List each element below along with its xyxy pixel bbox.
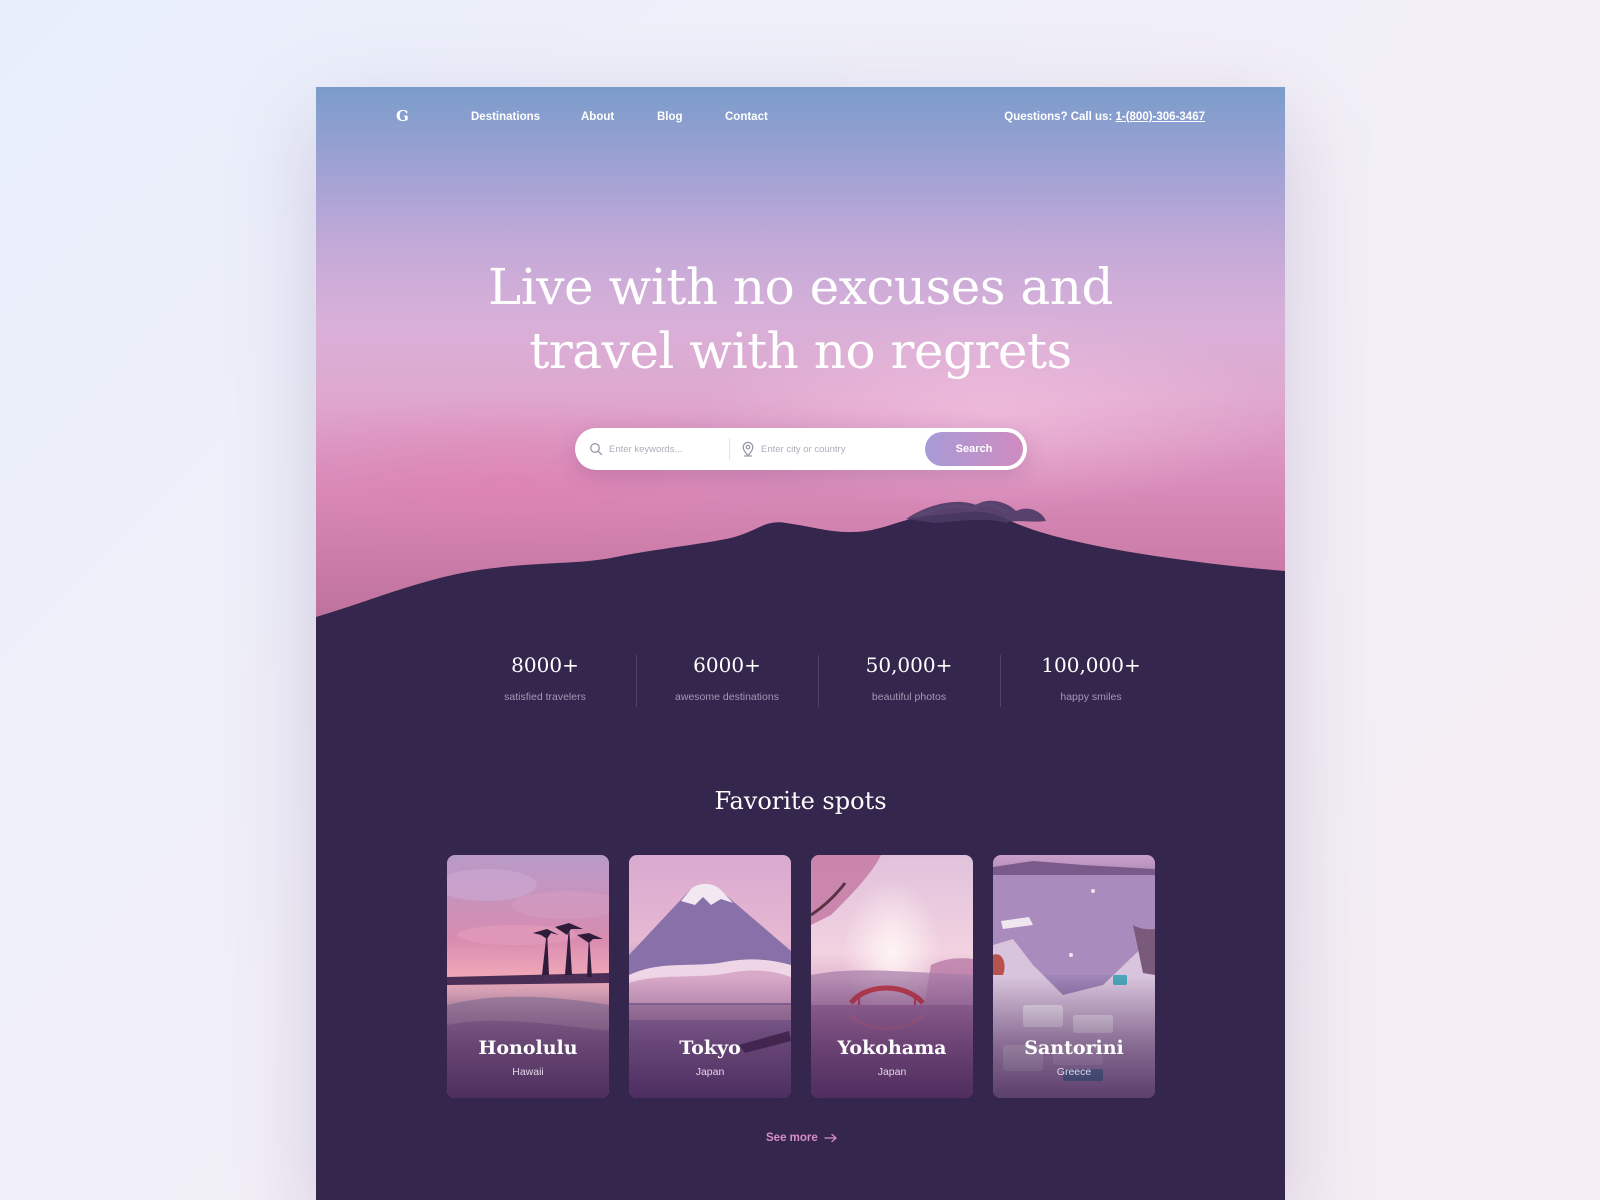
search-bar: Search <box>575 428 1027 470</box>
spot-card-santorini[interactable]: Santorini Greece <box>993 855 1155 1098</box>
spot-card-yokohama[interactable]: Yokohama Japan <box>811 855 973 1098</box>
contact-info: Questions? Call us: 1-(800)-306-3467 <box>1004 111 1205 123</box>
see-more-label: See more <box>766 1132 818 1144</box>
mountain-silhouette <box>316 500 1285 727</box>
favorites-title: Favorite spots <box>714 787 887 815</box>
card-overlay <box>447 855 609 1098</box>
stat-label: satisfied travelers <box>504 691 586 703</box>
nav-link-about[interactable]: About <box>581 111 614 123</box>
spot-country: Greece <box>1056 1066 1092 1078</box>
stat-value: 100,000+ <box>1041 653 1141 677</box>
see-more-link[interactable]: See more <box>766 1132 838 1144</box>
card-overlay <box>629 855 791 1098</box>
stat-item: 8000+ satisfied travelers <box>454 647 636 703</box>
stat-value: 50,000+ <box>865 653 953 677</box>
spot-city: Tokyo <box>679 1037 741 1059</box>
spot-card-tokyo[interactable]: Tokyo Japan <box>629 855 791 1098</box>
questions-label: Questions? Call us: <box>1004 111 1113 123</box>
spot-card-honolulu[interactable]: Honolulu Hawaii <box>447 855 609 1098</box>
arrow-right-icon <box>824 1133 837 1143</box>
stat-item: 6000+ awesome destinations <box>636 647 818 703</box>
top-nav: G Destinations About Blog Contact Questi… <box>316 87 1285 147</box>
hero-headline: Live with no excuses and travel with no … <box>316 255 1285 383</box>
search-icon <box>590 443 603 456</box>
location-input[interactable] <box>761 439 911 459</box>
phone-link[interactable]: 1-(800)-306-3467 <box>1115 111 1205 123</box>
nav-link-destinations[interactable]: Destinations <box>471 111 540 123</box>
spot-city: Yokohama <box>837 1037 947 1059</box>
card-overlay <box>993 855 1155 1098</box>
keywords-input[interactable] <box>609 439 723 459</box>
spot-country: Japan <box>695 1066 725 1078</box>
card-overlay <box>811 855 973 1098</box>
stat-label: awesome destinations <box>675 691 779 703</box>
stat-item: 50,000+ beautiful photos <box>818 647 1000 703</box>
stat-value: 6000+ <box>693 653 761 677</box>
stat-item: 100,000+ happy smiles <box>1000 647 1182 703</box>
spot-country: Hawaii <box>512 1066 544 1078</box>
location-pin-icon <box>742 441 754 457</box>
spot-city: Honolulu <box>478 1037 578 1059</box>
stat-label: beautiful photos <box>871 691 947 703</box>
headline-line-2: travel with no regrets <box>529 322 1072 380</box>
search-button[interactable]: Search <box>925 432 1023 466</box>
search-divider <box>729 438 730 460</box>
spot-country: Japan <box>877 1066 907 1078</box>
nav-link-contact[interactable]: Contact <box>725 111 768 123</box>
stat-label: happy smiles <box>1060 691 1122 703</box>
landing-page: G Destinations About Blog Contact Questi… <box>316 87 1285 1200</box>
brand-logo[interactable]: G <box>396 107 409 125</box>
stat-value: 8000+ <box>511 653 579 677</box>
nav-link-blog[interactable]: Blog <box>657 111 683 123</box>
spot-city: Santorini <box>1024 1037 1124 1059</box>
stats-row: 8000+ satisfied travelers 6000+ awesome … <box>454 647 1182 727</box>
headline-line-1: Live with no excuses and <box>488 258 1113 316</box>
